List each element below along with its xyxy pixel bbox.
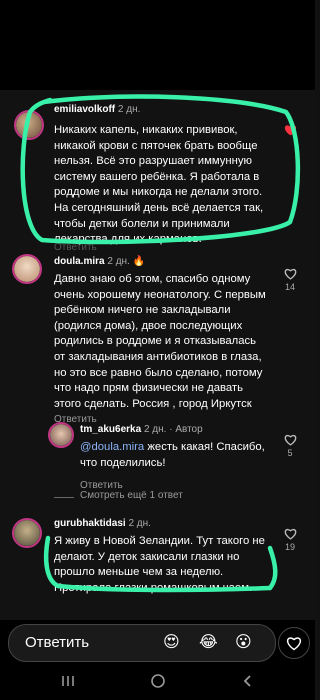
timestamp: 2 дн. [107,256,130,267]
back-button[interactable] [240,673,256,694]
comment-meta: emiliavolkoff 2 дн. [54,104,140,115]
username[interactable]: doula.mira [54,256,105,267]
comment-emiliavolkoff: emiliavolkoff 2 дн. Никаких капель, ника… [0,100,315,253]
like-button[interactable] [280,124,300,138]
like-count: 19 [284,542,295,552]
home-button[interactable] [150,673,166,694]
joy-emoji[interactable]: 😂 [199,634,218,652]
view-more-replies-label[interactable]: Смотреть ещё 1 ответ [80,490,183,501]
comment-gurubhaktidasi: gurubhaktidasi 2 дн. Я живу в Новой Зела… [0,514,315,614]
avatar-image [14,256,40,282]
surprised-emoji[interactable]: 😮 [235,634,252,652]
replies-divider [54,497,74,498]
heart-icon [284,434,296,446]
view-more-replies[interactable]: Смотреть ещё 1 ответ [54,490,254,504]
separator-dot: · [169,424,173,435]
recent-apps-icon [62,676,74,686]
comment-meta: doula.mira 2 дн. 🔥 [54,256,145,267]
timestamp: 2 дн. [117,104,141,115]
top-bar [0,0,315,90]
heart-icon [284,268,296,280]
username[interactable]: emiliavolkoff [54,104,115,115]
username[interactable]: tm_aku6erka [80,424,141,435]
like-count: 5 [287,448,293,458]
system-navigation-bar [0,665,315,700]
comment-text: Давно знаю об этом, спасибо одному очень… [54,273,266,410]
like-button[interactable]: 5 [280,434,300,458]
like-button[interactable]: 14 [280,268,300,292]
comment-text: Я живу в Новой Зеландии. Тут такого не д… [54,535,265,594]
avatar[interactable] [12,518,42,548]
recent-apps-button[interactable] [60,673,76,694]
heart-eyes-emoji[interactable]: 😍 [163,634,180,652]
quick-like-button[interactable] [278,627,310,659]
avatar[interactable] [12,254,42,284]
heart-icon [286,637,302,651]
comments-feed[interactable]: emiliavolkoff 2 дн. Никаких капель, ника… [0,90,315,620]
comment-doula-mira: doula.mira 2 дн. 🔥 Давно знаю об этом, с… [0,250,315,425]
avatar[interactable] [48,422,74,448]
comment-meta: gurubhaktidasi 2 дн. [54,518,151,529]
timestamp: 2 дн. [128,518,151,529]
username[interactable]: gurubhaktidasi [54,518,126,529]
comment-meta: tm_aku6erka 2 дн. · Автор [80,424,203,435]
comment-text: @doula.mira жесть какая! Спасибо, что по… [80,440,265,471]
reply-composer: Ответить 😍 😂 😮 [0,620,315,665]
like-button[interactable]: 19 [280,528,300,552]
comment-text: Никаких капель, никаких прививок, никако… [54,124,264,246]
reply-input-placeholder: Ответить [25,634,90,651]
home-icon [151,674,165,688]
timestamp: 2 дн. [143,424,167,435]
avatar-image [14,520,40,546]
avatar[interactable] [14,110,44,140]
like-count: 14 [284,282,295,292]
flame-emoji: 🔥 [132,256,146,267]
heart-icon [284,125,296,136]
avatar-image [16,112,42,138]
heart-icon [284,528,296,540]
author-badge: Автор [175,424,203,435]
mention-link[interactable]: @doula.mira [80,441,144,453]
reply-input[interactable]: Ответить 😍 😂 😮 [8,624,276,662]
back-icon [243,675,251,687]
avatar-image [50,424,72,446]
